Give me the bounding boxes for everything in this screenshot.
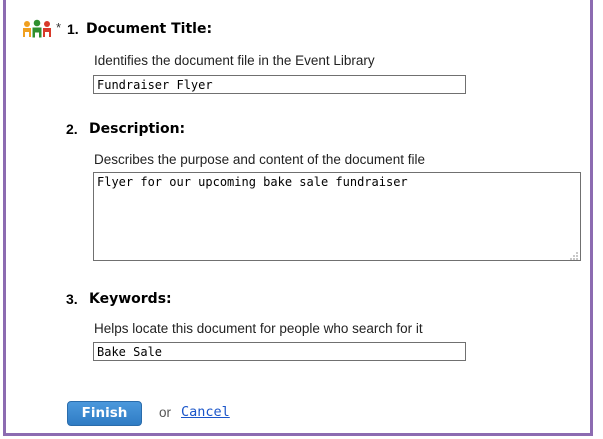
- people-icon: [22, 19, 52, 41]
- or-text: or: [159, 405, 172, 420]
- field-label-keywords: Keywords:: [89, 291, 172, 307]
- keywords-input[interactable]: [93, 342, 466, 361]
- description-textarea-wrapper: Flyer for our upcoming bake sale fundrai…: [93, 172, 581, 261]
- help-text-document-title: Identifies the document file in the Even…: [94, 53, 375, 68]
- cancel-link[interactable]: Cancel: [181, 404, 230, 420]
- field-label-description: Description:: [89, 121, 186, 137]
- required-marker: *: [56, 20, 62, 35]
- finish-button[interactable]: Finish: [67, 401, 142, 426]
- resize-grip-icon[interactable]: [568, 248, 579, 260]
- field-number-keywords: 3.: [66, 291, 78, 307]
- field-number-title: 1.: [67, 21, 79, 37]
- description-textarea[interactable]: Flyer for our upcoming bake sale fundrai…: [93, 172, 581, 261]
- document-title-input[interactable]: [93, 75, 466, 94]
- field-number-description: 2.: [66, 121, 78, 137]
- help-text-description: Describes the purpose and content of the…: [94, 152, 425, 167]
- field-label-document-title: Document Title:: [86, 21, 213, 37]
- help-text-keywords: Helps locate this document for people wh…: [94, 321, 423, 336]
